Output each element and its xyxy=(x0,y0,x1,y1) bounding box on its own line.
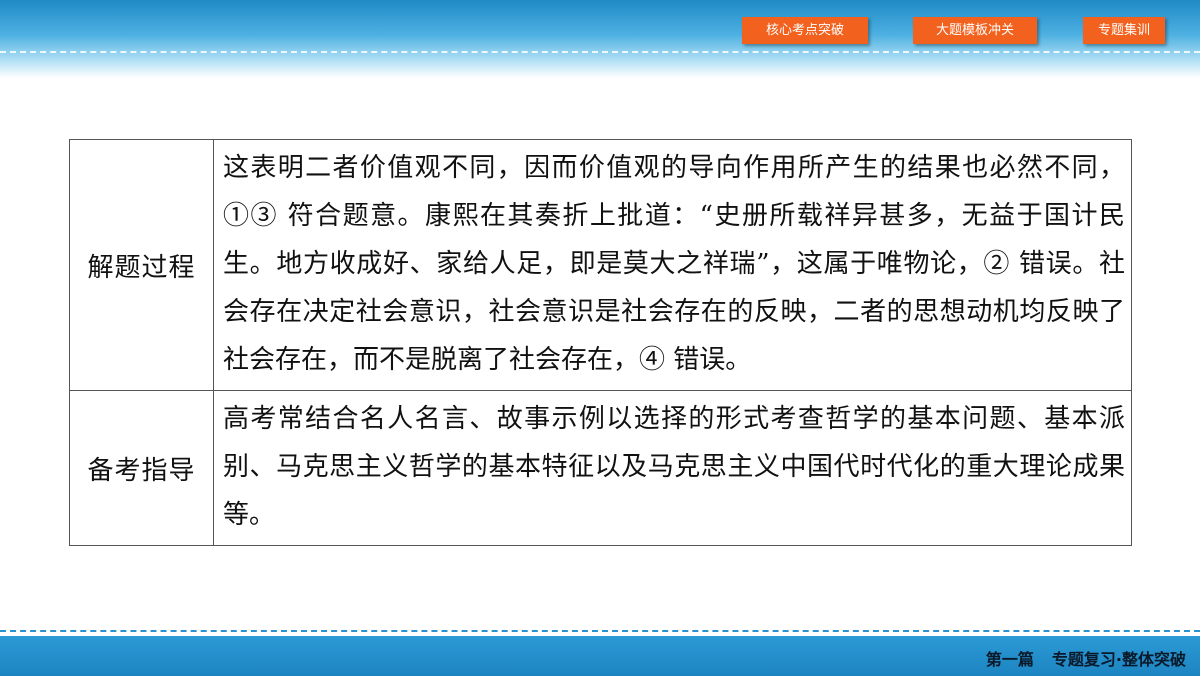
table-row: 备考指导 高考常结合名人名言、故事示例以选择的形式考查哲学的基本问题、基本派别、… xyxy=(69,390,1132,546)
footer-section: 专题复习·整体突破 xyxy=(1051,650,1186,669)
nav-button-core-points[interactable]: 核心考点突破 xyxy=(742,17,868,44)
nav-button-topic-training[interactable]: 专题集训 xyxy=(1083,17,1165,44)
header-dashed-line xyxy=(0,51,1200,53)
row-label-exam-guidance: 备考指导 xyxy=(69,390,214,546)
row-label-solution-process: 解题过程 xyxy=(69,139,214,391)
answer-table: 解题过程 这表明二者价值观不同，因而价值观的导向作用所产生的结果也必然不同，①③… xyxy=(69,139,1132,546)
footer-title: 第一篇 专题复习·整体突破 xyxy=(986,646,1186,670)
row-content-solution-process: 这表明二者价值观不同，因而价值观的导向作用所产生的结果也必然不同，①③ 符合题意… xyxy=(213,139,1132,391)
nav-button-big-question-templates[interactable]: 大题模板冲关 xyxy=(913,17,1037,44)
footer-band: 第一篇 专题复习·整体突破 xyxy=(0,636,1200,676)
table-row: 解题过程 这表明二者价值观不同，因而价值观的导向作用所产生的结果也必然不同，①③… xyxy=(69,139,1132,391)
footer-part: 第一篇 xyxy=(985,650,1034,669)
footer-dashed-line xyxy=(0,630,1200,632)
row-content-exam-guidance: 高考常结合名人名言、故事示例以选择的形式考查哲学的基本问题、基本派别、马克思主义… xyxy=(213,390,1132,546)
